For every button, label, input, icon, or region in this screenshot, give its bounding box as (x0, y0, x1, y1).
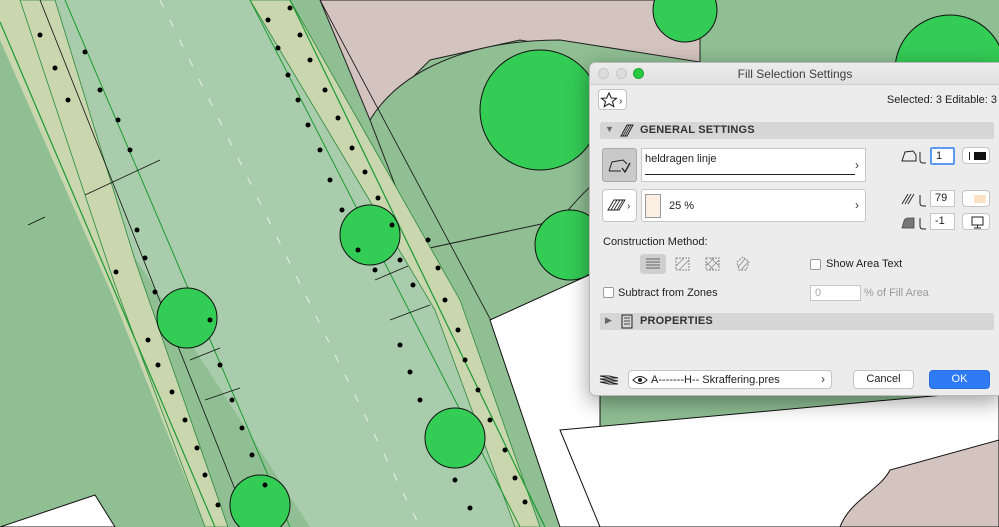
selection-info: Selected: 3 Editable: 3 (886, 94, 997, 106)
general-settings-section-header[interactable]: ▼ GENERAL SETTINGS (600, 122, 994, 139)
line-pen-input[interactable]: 1 (930, 147, 955, 165)
fill-type-button[interactable]: › (602, 189, 637, 222)
favorites-button[interactable]: › (598, 89, 627, 110)
star-icon: › (600, 91, 622, 108)
horizontal-lines-icon (646, 258, 660, 269)
show-area-text-checkbox[interactable] (810, 259, 821, 270)
general-settings-label: GENERAL SETTINGS (640, 124, 755, 136)
svg-text:›: › (619, 96, 622, 107)
contour-pen-icon (901, 150, 926, 164)
chevron-right-icon: › (855, 198, 859, 212)
line-type-selector[interactable]: heldragen linje › (641, 148, 866, 182)
layer-label: A-------H-- Skraffering.pres (651, 374, 780, 386)
background-pen-icon (901, 217, 926, 230)
fill-pattern-preview (645, 194, 661, 218)
disclosure-triangle-collapsed-icon[interactable]: ▶ (605, 315, 612, 326)
hatch-pattern-icon: › (607, 199, 630, 212)
fill-contour-icon (608, 159, 631, 174)
cancel-button[interactable]: Cancel (853, 370, 914, 389)
cross-hatch-icon (705, 257, 720, 271)
diagonal-hatch-icon (675, 257, 690, 271)
dialog-title: Fill Selection Settings (737, 67, 853, 81)
construction-method-3-button[interactable] (730, 254, 756, 274)
rotated-hatch-icon (736, 256, 750, 271)
line-type-label: heldragen linje (645, 153, 717, 165)
properties-section-header[interactable]: ▶ PROPERTIES (600, 313, 994, 330)
subtract-from-zones-checkbox[interactable] (603, 287, 614, 298)
line-type-preview (645, 174, 855, 175)
fill-pen-color-swatch[interactable] (962, 190, 990, 207)
layer-selector[interactable]: A-------H-- Skraffering.pres › (628, 370, 832, 389)
fill-selection-settings-dialog: Fill Selection Settings › Selected: 3 Ed… (589, 62, 999, 396)
layers-icon (599, 375, 619, 385)
chevron-right-icon: › (855, 158, 859, 172)
fill-area-percent-input: 0 (810, 285, 861, 301)
line-type-icon-button[interactable] (602, 148, 637, 182)
properties-label: PROPERTIES (640, 315, 713, 327)
construction-method-0-button[interactable] (640, 254, 666, 274)
fill-area-label: % of Fill Area (864, 287, 929, 299)
construction-method-group (638, 253, 758, 275)
subtract-from-zones-label: Subtract from Zones (618, 287, 718, 299)
disclosure-triangle-expanded-icon[interactable]: ▼ (605, 124, 614, 134)
chevron-right-icon: › (821, 372, 825, 386)
fill-hatch-icon (620, 124, 634, 137)
properties-list-icon (621, 314, 633, 329)
show-area-text-label: Show Area Text (826, 258, 903, 270)
fill-percent-label: 25 % (669, 200, 695, 212)
fill-pattern-selector[interactable]: 25 % › (641, 189, 866, 222)
monitor-icon (971, 216, 984, 229)
construction-method-1-button[interactable] (670, 254, 696, 274)
construction-method-2-button[interactable] (700, 254, 726, 274)
dialog-titlebar[interactable]: Fill Selection Settings (590, 63, 999, 85)
fill-pen-icon (901, 193, 926, 207)
line-pen-color-swatch[interactable] (962, 147, 990, 164)
ok-button[interactable]: OK (929, 370, 990, 389)
fill-pen-input[interactable]: 79 (930, 190, 955, 207)
construction-method-label: Construction Method: (603, 236, 708, 248)
eye-icon (632, 376, 648, 384)
svg-text:›: › (627, 201, 630, 212)
background-color-button[interactable] (962, 213, 990, 230)
background-pen-input[interactable]: -1 (930, 213, 955, 230)
